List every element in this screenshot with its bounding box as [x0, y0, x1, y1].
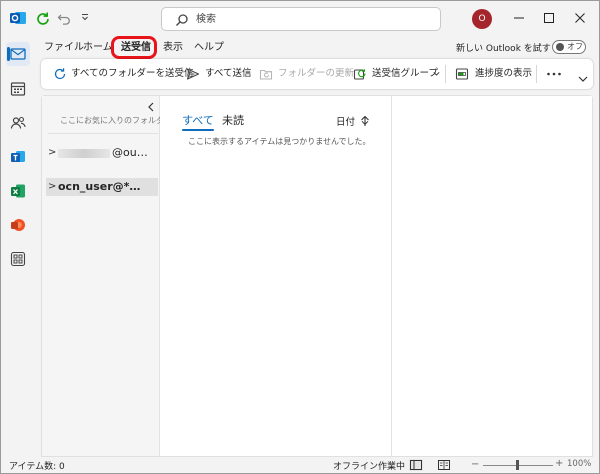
- send-receive-all-folders-label: すべてのフォルダーを送受信: [71, 68, 194, 79]
- new-outlook-toggle[interactable]: オフ: [552, 40, 586, 54]
- expand-ribbon-icon[interactable]: [577, 73, 589, 85]
- teams-icon: [11, 151, 25, 162]
- tab-view[interactable]: 表示: [163, 39, 183, 57]
- active-filter-underline: [182, 129, 214, 131]
- excel-app-button[interactable]: [6, 179, 30, 203]
- status-bar: アイテム数: 0 オフライン作業中 − + 100%: [1, 457, 599, 473]
- people-icon: [10, 116, 26, 129]
- outlook-logo-icon: [10, 12, 26, 24]
- reading-pane: [392, 96, 592, 456]
- send-receive-groups-label: 送受信グループ: [372, 68, 438, 79]
- command-bar: すべてのフォルダーを送受信 すべて送信 フォルダーの更新 送受信グループ 進捗度…: [41, 59, 593, 89]
- maximize-icon[interactable]: [542, 11, 556, 25]
- send-all-label: すべて送信: [205, 68, 252, 79]
- main-content: ここにお気に入りのフォルダーをドラッグします > @ou… > ocn_user…: [41, 95, 593, 457]
- chevron-right-icon: >: [48, 147, 57, 158]
- customize-quick-access-icon[interactable]: [81, 13, 89, 21]
- apps-grid-icon: [10, 251, 26, 267]
- outlook-window: O: [0, 0, 600, 474]
- teams-app-button[interactable]: [6, 145, 30, 169]
- tab-home[interactable]: ホーム: [83, 39, 113, 57]
- try-new-outlook-label: 新しい Outlook を試す: [456, 44, 551, 54]
- show-progress-button[interactable]: 進捗度の表示: [455, 66, 539, 82]
- highlight-annotation: [111, 36, 157, 59]
- folder-pane: ここにお気に入りのフォルダーをドラッグします > @ou… > ocn_user…: [42, 96, 160, 456]
- empty-list-message: ここに表示するアイテムは見つかりませんでした。: [188, 137, 371, 146]
- chevron-down-icon: [433, 71, 440, 76]
- more-apps-button[interactable]: [6, 247, 30, 271]
- office-app-button[interactable]: [6, 213, 30, 237]
- calendar-app-button[interactable]: [6, 77, 30, 101]
- redacted-email: [58, 149, 110, 158]
- people-app-button[interactable]: [6, 111, 30, 135]
- mail-app-button[interactable]: [6, 42, 30, 66]
- close-icon[interactable]: [573, 11, 587, 25]
- calendar-icon: [10, 82, 26, 96]
- update-folder-label: フォルダーの更新: [278, 68, 355, 79]
- filter-all-label: すべて: [182, 114, 214, 127]
- minimize-icon[interactable]: [512, 11, 526, 25]
- zoom-out-button[interactable]: −: [471, 459, 479, 470]
- undo-icon[interactable]: [57, 12, 71, 26]
- normal-view-icon[interactable]: [409, 459, 423, 471]
- offline-status[interactable]: オフライン作業中: [333, 459, 405, 472]
- zoom-level[interactable]: 100%: [567, 459, 591, 469]
- show-progress-label: 進捗度の表示: [475, 68, 533, 79]
- tab-file[interactable]: ファイル: [44, 39, 84, 57]
- command-separator: [536, 65, 537, 83]
- app-rail: [1, 37, 35, 457]
- account-label: ocn_user@*…: [58, 180, 141, 193]
- toggle-knob: [556, 43, 564, 51]
- send-receive-groups-icon: [353, 69, 366, 80]
- update-folder-button[interactable]: フォルダーの更新: [259, 66, 354, 82]
- folder-refresh-icon: [259, 69, 273, 80]
- excel-icon: [11, 184, 25, 198]
- send-receive-all-folders-button[interactable]: すべてのフォルダーを送受信: [53, 66, 193, 82]
- account-label: @ou…: [112, 146, 148, 159]
- item-count: アイテム数: 0: [9, 462, 65, 472]
- sync-icon: [54, 68, 66, 80]
- tab-help[interactable]: ヘルプ: [194, 39, 224, 57]
- message-list: すべて 未読 日付 ここに表示するアイテムは見つかりませんでした。: [160, 96, 392, 456]
- zoom-in-button[interactable]: +: [555, 458, 563, 469]
- progress-icon: [455, 68, 469, 80]
- sync-icon[interactable]: [35, 11, 51, 27]
- zoom-slider-thumb[interactable]: [516, 460, 519, 470]
- search-input[interactable]: [196, 12, 416, 27]
- reading-view-icon[interactable]: [437, 459, 451, 471]
- send-all-button[interactable]: すべて送信: [186, 66, 252, 82]
- favorites-drop-hint: ここにお気に入りのフォルダーをドラッグします: [60, 116, 160, 125]
- send-icon: [186, 68, 200, 80]
- chevron-right-icon: >: [48, 181, 57, 192]
- collapse-folder-pane-icon[interactable]: [146, 101, 156, 113]
- command-separator: [445, 65, 446, 83]
- sort-direction-up-icon[interactable]: [360, 115, 370, 127]
- sort-label: 日付: [336, 117, 356, 128]
- search-icon: [176, 14, 188, 26]
- avatar[interactable]: O: [472, 9, 492, 29]
- filter-unread-tab[interactable]: 未読: [222, 112, 244, 128]
- divider: [48, 133, 158, 134]
- search-box[interactable]: [161, 7, 441, 31]
- office-icon: [11, 219, 25, 231]
- account-folder-1[interactable]: > @ou…: [46, 144, 158, 162]
- title-bar: O: [1, 1, 599, 37]
- account-folder-2[interactable]: > ocn_user@*…: [46, 178, 158, 196]
- toggle-state-label: オフ: [567, 42, 583, 51]
- more-options-icon[interactable]: [545, 66, 563, 82]
- mail-icon: [10, 48, 26, 60]
- filter-all-tab[interactable]: すべて: [182, 112, 214, 131]
- send-receive-groups-dropdown[interactable]: 送受信グループ: [353, 66, 440, 82]
